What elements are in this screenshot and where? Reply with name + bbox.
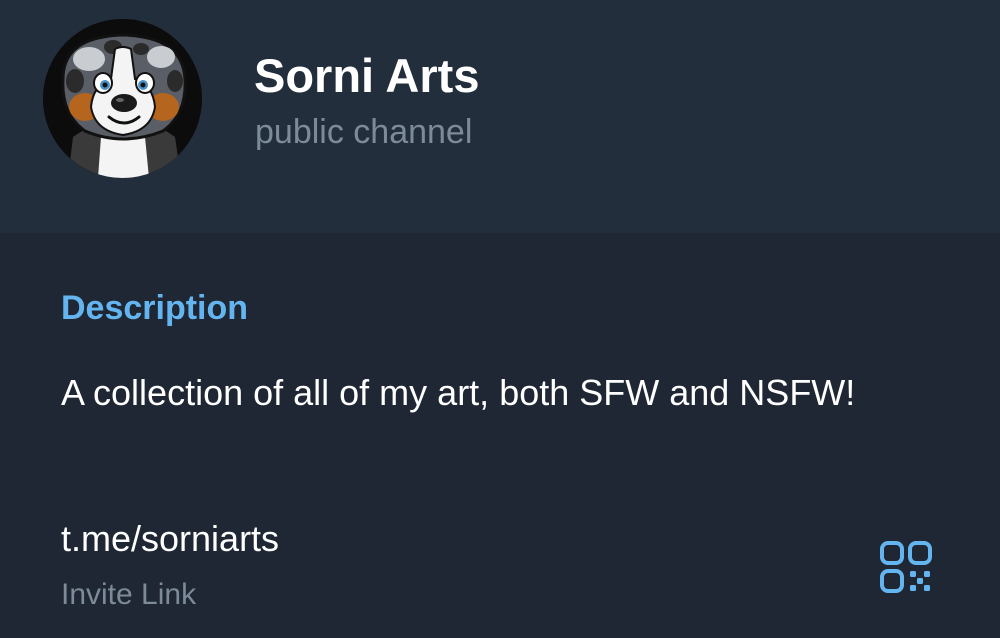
qr-code-button[interactable] <box>874 535 938 599</box>
description-title: Description <box>61 289 249 327</box>
husky-dog-avatar-icon <box>43 19 202 178</box>
invite-link[interactable]: t.me/sorniarts <box>61 517 279 561</box>
description-text: A collection of all of my art, both SFW … <box>61 372 856 413</box>
channel-info-section: Description A collection of all of my ar… <box>0 233 1000 638</box>
channel-name: Sorni Arts <box>254 49 480 102</box>
channel-header: Sorni Arts public channel <box>0 0 1000 233</box>
qr-code-icon <box>880 541 932 593</box>
invite-link-label: Invite Link <box>61 578 197 611</box>
channel-avatar[interactable] <box>43 19 202 178</box>
channel-type: public channel <box>255 113 473 151</box>
